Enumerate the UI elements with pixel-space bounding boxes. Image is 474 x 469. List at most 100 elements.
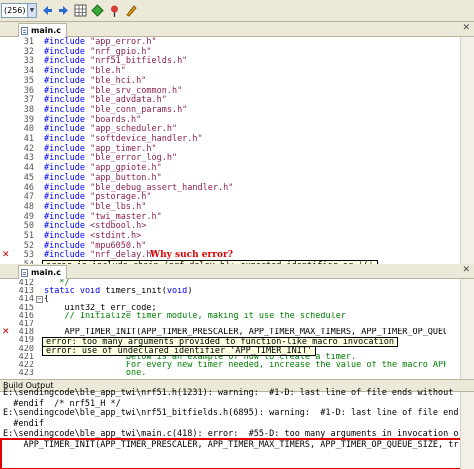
- line-number: 413: [18, 287, 34, 296]
- preprocessor-directive: #include: [44, 46, 85, 57]
- preprocessor-directive: #include: [44, 143, 85, 154]
- code-text: For every new timer needed, increase the…: [44, 361, 446, 370]
- build-scrollbar[interactable]: [460, 392, 474, 469]
- diamond-icon[interactable]: [90, 3, 105, 18]
- preprocessor-directive: #include: [44, 95, 85, 106]
- line-number: 415: [18, 303, 34, 312]
- editor2-code[interactable]: 412 */413 static void timers_init(void) 41…: [0, 279, 460, 379]
- code-text: {: [44, 295, 50, 304]
- code-line[interactable]: 422 For every new timer needed, increase…: [0, 361, 446, 369]
- preprocessor-directive: #include: [44, 201, 85, 212]
- include-path: "nrf_gpio.h": [84, 46, 152, 57]
- line-number: 422: [18, 361, 34, 370]
- code-line[interactable]: 414−{: [0, 295, 446, 303]
- code-line[interactable]: 412 */: [0, 279, 446, 287]
- include-path: "ble_lbs.h": [84, 201, 147, 212]
- function-combo[interactable]: (256): [1, 3, 28, 18]
- line-number: 421: [18, 352, 34, 361]
- code-text: one.: [44, 369, 147, 378]
- editor2-tabstrip: main.c ✕: [0, 264, 474, 279]
- line-number: 414: [18, 295, 34, 304]
- preprocessor-directive: #include: [44, 66, 85, 77]
- code-text: APP_TIMER_INIT(APP_TIMER_PRESCALER, APP_…: [44, 328, 446, 337]
- include-path: "ble_srv_common.h": [84, 85, 183, 96]
- line-number: 417: [18, 320, 34, 329]
- code-line[interactable]: 415 uint32_t err_code;: [0, 304, 446, 312]
- code-text: uint32_t err_code;: [44, 303, 157, 312]
- code-text: static void timers_init(void): [44, 287, 192, 295]
- close-icon[interactable]: ✕: [462, 265, 470, 275]
- tab-label: main.c: [31, 268, 61, 277]
- arrow-right-icon[interactable]: [56, 3, 71, 18]
- preprocessor-directive: #include: [44, 172, 85, 183]
- fold-toggle-icon[interactable]: −: [36, 296, 43, 304]
- editor1-tabstrip: main.c ✕: [0, 22, 474, 37]
- include-path: "app_error.h": [84, 37, 157, 47]
- code-line[interactable]: 413 static void timers_init(void): [0, 287, 446, 295]
- preprocessor-directive: #include: [44, 250, 85, 261]
- include-path: "ble_debug_assert_handler.h": [84, 182, 234, 193]
- preprocessor-directive: #include: [44, 124, 85, 135]
- code-line[interactable]: 417: [0, 320, 446, 328]
- include-path: "nrf51_bitfields.h": [84, 56, 188, 67]
- line-number: 416: [18, 311, 34, 320]
- preprocessor-directive: #include: [44, 37, 85, 47]
- error-highlight-box: [0, 438, 462, 469]
- editor1-code[interactable]: 31 #include "app_error.h" 32 #include "nrf_…: [0, 37, 460, 274]
- close-icon[interactable]: ✕: [462, 23, 470, 33]
- paren: ): [187, 287, 193, 296]
- include-path: "boards.h": [84, 114, 142, 125]
- error-marker-icon: ✕: [2, 328, 10, 337]
- preprocessor-directive: #include: [44, 240, 85, 251]
- include-path: "ble_advdata.h": [84, 95, 167, 106]
- preprocessor-directive: #include: [44, 75, 85, 86]
- editor1-scrollbar[interactable]: [460, 37, 474, 264]
- function-signature: timers_init(: [100, 287, 167, 296]
- preprocessor-directive: #include: [44, 182, 85, 193]
- preprocessor-directive: #include: [44, 85, 85, 96]
- code-line[interactable]: 418 APP_TIMER_INIT(APP_TIMER_PRESCALER, …: [0, 328, 446, 336]
- file-icon: [21, 27, 28, 35]
- pin-icon[interactable]: [107, 3, 122, 18]
- preprocessor-directive: #include: [44, 56, 85, 67]
- preprocessor-directive: #include: [44, 211, 85, 222]
- include-path: "ble_hci.h": [84, 75, 147, 86]
- line-number: 423: [18, 369, 34, 378]
- keyword: static void: [44, 287, 101, 296]
- error-tooltip: error: use of undeclared identifier 'APP…: [42, 345, 317, 356]
- editor2-scrollbar[interactable]: [460, 279, 474, 379]
- build-output-panel: Build Output E:\sendingcode\ble_app_twi\…: [0, 379, 474, 469]
- include-path: "twi_master.h": [84, 211, 162, 222]
- preprocessor-directive: #include: [44, 104, 85, 115]
- preprocessor-directive: #include: [44, 221, 85, 232]
- build-output-line[interactable]: E:\sendingcode\ble_app_twi\nrf51_bitfiel…: [3, 408, 459, 419]
- chevron-down-icon[interactable]: ▼: [27, 3, 37, 18]
- include-path: "ble.h": [84, 66, 126, 77]
- line-number: 420: [18, 344, 34, 353]
- preprocessor-directive: #include: [44, 231, 85, 241]
- grid-icon[interactable]: [73, 3, 88, 18]
- include-path: "app_button.h": [84, 172, 162, 183]
- marker-icon[interactable]: [124, 3, 139, 18]
- include-path: <stdbool.h>: [84, 221, 147, 232]
- tab-main-c[interactable]: main.c: [18, 23, 67, 37]
- keyword: void: [166, 287, 188, 296]
- arrow-left-icon[interactable]: [40, 3, 55, 18]
- include-path: "app_scheduler.h": [84, 124, 178, 135]
- code-line[interactable]: 416 // Initialize timer module, making i…: [0, 312, 446, 320]
- build-output-line[interactable]: E:\sendingcode\ble_app_twi\nrf51.h(1231)…: [3, 388, 459, 399]
- code-text: // Initialize timer module, making it us…: [44, 311, 346, 320]
- include-path: "app_gpiote.h": [84, 163, 162, 174]
- code-line[interactable]: 423 one.: [0, 369, 446, 377]
- line-number: 418: [18, 328, 34, 337]
- include-path: "ble_error_log.h": [84, 153, 178, 164]
- include-path: "softdevice_handler.h": [84, 134, 203, 144]
- tab-main-c-2[interactable]: main.c: [18, 265, 67, 279]
- toolbar: (256) ▼: [0, 0, 474, 22]
- include-path: "app_timer.h": [84, 143, 157, 154]
- line-number: 412: [18, 279, 34, 288]
- preprocessor-directive: #include: [44, 163, 85, 174]
- include-path: "ble_conn_params.h": [84, 104, 188, 115]
- preprocessor-directive: #include: [44, 134, 85, 144]
- preprocessor-directive: #include: [44, 192, 85, 203]
